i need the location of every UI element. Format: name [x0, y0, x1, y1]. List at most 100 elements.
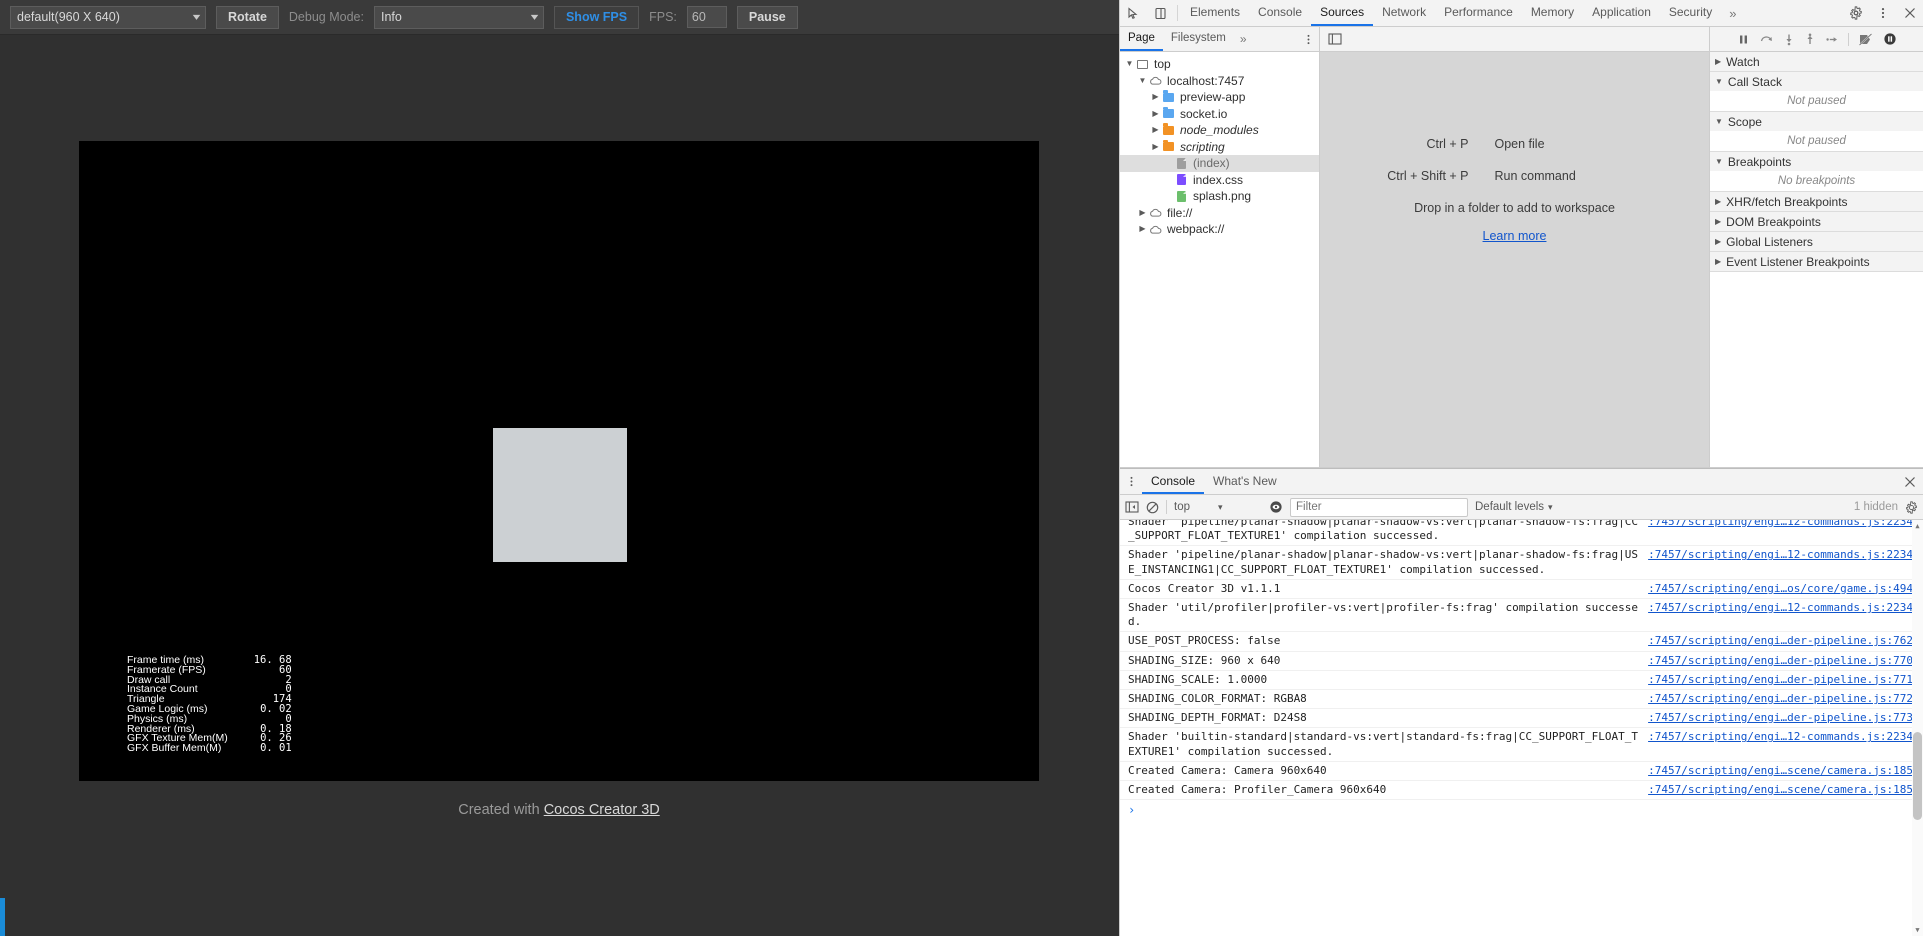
rotate-button[interactable]: Rotate [216, 5, 279, 29]
debugger-section-breakpoints[interactable]: ▼ Breakpoints [1710, 152, 1923, 171]
debugger-section-event-listener-breakpoints[interactable]: ▶ Event Listener Breakpoints [1710, 252, 1923, 271]
debugger-section-xhr-fetch-breakpoints[interactable]: ▶ XHR/fetch Breakpoints [1710, 192, 1923, 211]
console-message-source-link[interactable]: :7457/scripting/engi…12-commands.js:2234 [1648, 548, 1923, 562]
tree-item-webpack[interactable]: ▶ webpack:// [1120, 221, 1319, 238]
console-scrollbar-thumb[interactable] [1913, 732, 1922, 820]
tab-security[interactable]: Security [1660, 0, 1721, 26]
navigator-tab-page[interactable]: Page [1120, 27, 1163, 51]
gear-icon[interactable] [1842, 0, 1869, 26]
navigator-tab-filesystem[interactable]: Filesystem [1163, 27, 1234, 51]
resume-script-icon[interactable] [1737, 33, 1750, 46]
tab-network[interactable]: Network [1373, 0, 1435, 26]
console-message: Created Camera: Camera 960x640:7457/scri… [1120, 762, 1923, 782]
console-message-source-link[interactable]: :7457/scripting/engi…der-pipeline.js:773 [1648, 711, 1923, 725]
chevron-down-icon[interactable]: ▼ [1137, 73, 1148, 89]
gear-icon[interactable] [1905, 500, 1918, 514]
tree-item-top[interactable]: ▼ top [1120, 56, 1319, 73]
debug-mode-select[interactable]: Info ▾ [373, 5, 544, 29]
console-message: SHADING_DEPTH_FORMAT: D24S8:7457/scripti… [1120, 709, 1923, 729]
console-message-source-link[interactable]: :7457/scripting/engi…scene/camera.js:185 [1648, 764, 1923, 778]
console-message-source-link[interactable]: :7457/scripting/engi…der-pipeline.js:771 [1648, 673, 1923, 687]
console-scrollbar[interactable]: ▲ ▼ [1912, 520, 1923, 936]
close-icon[interactable] [1896, 0, 1923, 26]
drawer-tab-what-s-new[interactable]: What's New [1204, 469, 1286, 494]
tabbar-spacer [1744, 0, 1842, 26]
debugger-section-call-stack[interactable]: ▼ Call Stack [1710, 72, 1923, 91]
chevron-right-icon[interactable]: ▶ [1150, 139, 1161, 155]
resolution-select[interactable]: default(960 X 640) ▾ [10, 5, 206, 29]
tree-item-index-css[interactable]: ▶ index.css [1120, 172, 1319, 189]
tree-item-scripting[interactable]: ▶ scripting [1120, 139, 1319, 156]
tree-item-splash-png[interactable]: ▶ splash.png [1120, 188, 1319, 205]
tree-item-preview-app[interactable]: ▶ preview-app [1120, 89, 1319, 106]
console-levels-select[interactable]: Default levels ▾ [1475, 501, 1553, 513]
tab-performance[interactable]: Performance [1435, 0, 1522, 26]
deactivate-breakpoints-icon[interactable] [1858, 32, 1874, 46]
more-vertical-icon[interactable] [1869, 0, 1896, 26]
chevron-right-icon[interactable]: ▶ [1150, 89, 1161, 105]
console-prompt[interactable]: › [1120, 800, 1923, 817]
tab-elements[interactable]: Elements [1181, 0, 1249, 26]
chevron-down-icon[interactable]: ▼ [1124, 56, 1135, 72]
file-tree[interactable]: ▼ top ▼ localhost:7457 ▶ preview-app ▶ socket.i… [1120, 52, 1319, 467]
preview-scroll-accent[interactable] [0, 898, 5, 936]
tab-sources[interactable]: Sources [1311, 0, 1374, 26]
live-expression-icon[interactable] [1269, 500, 1283, 514]
tree-item-file[interactable]: ▶ file:// [1120, 205, 1319, 222]
drawer-tab-console[interactable]: Console [1142, 469, 1205, 494]
tree-item-index[interactable]: ▶ (index) [1120, 155, 1319, 172]
tab-application[interactable]: Application [1583, 0, 1660, 26]
console-message-source-link[interactable]: :7457/scripting/engi…der-pipeline.js:770 [1648, 654, 1923, 668]
console-message-source-link[interactable]: :7457/scripting/engi…os/core/game.js:494 [1648, 582, 1923, 596]
console-message-source-link[interactable]: :7457/scripting/engi…12-commands.js:2234 [1648, 730, 1923, 744]
chevron-down-icon: ▾ [1548, 501, 1553, 512]
tab-memory[interactable]: Memory [1522, 0, 1583, 26]
console-log[interactable]: Shader 'pipeline/planar-shadow|planar-sh… [1120, 520, 1923, 936]
console-message-source-link[interactable]: :7457/scripting/engi…scene/camera.js:185 [1648, 783, 1923, 797]
console-message-source-link[interactable]: :7457/scripting/engi…12-commands.js:2234 [1648, 520, 1923, 529]
domain-icon [1148, 225, 1163, 234]
clear-console-icon[interactable] [1146, 501, 1159, 514]
step-over-icon[interactable] [1759, 33, 1774, 46]
console-message-source-link[interactable]: :7457/scripting/engi…12-commands.js:2234 [1648, 601, 1923, 615]
chevron-right-icon[interactable]: ▶ [1137, 221, 1148, 237]
device-toolbar-icon[interactable] [1147, 0, 1174, 26]
chevron-right-icon[interactable]: ▶ [1150, 106, 1161, 122]
more-vertical-icon[interactable] [1297, 27, 1319, 51]
debugger-section-watch[interactable]: ▶ Watch [1710, 52, 1923, 71]
chevron-right-icon[interactable]: ▶ [1137, 205, 1148, 221]
learn-more-link[interactable]: Learn more [1483, 229, 1547, 243]
step-into-icon[interactable] [1783, 33, 1795, 46]
pause-button[interactable]: Pause [736, 5, 798, 29]
show-fps-button[interactable]: Show FPS [553, 5, 640, 29]
navigator-more-icon[interactable]: » [1234, 27, 1253, 51]
scroll-up-arrow-icon[interactable]: ▲ [1913, 522, 1922, 530]
pause-on-exceptions-icon[interactable] [1883, 32, 1897, 46]
console-context-select[interactable]: top ▾ [1174, 501, 1262, 513]
tree-item-localhost-7457[interactable]: ▼ localhost:7457 [1120, 73, 1319, 90]
console-filter-input[interactable] [1290, 497, 1468, 517]
more-vertical-icon[interactable] [1120, 469, 1142, 494]
close-icon[interactable] [1896, 469, 1923, 494]
console-message-source-link[interactable]: :7457/scripting/engi…der-pipeline.js:772 [1648, 692, 1923, 706]
console-message: Shader 'pipeline/planar-shadow|planar-sh… [1120, 520, 1923, 547]
step-out-icon[interactable] [1804, 33, 1816, 46]
game-canvas[interactable]: Frame time (ms) 16. 68 Framerate (FPS) 60 Dr… [79, 141, 1039, 781]
show-console-sidebar-icon[interactable] [1125, 501, 1139, 513]
console-message-source-link[interactable]: :7457/scripting/engi…der-pipeline.js:762 [1648, 634, 1923, 648]
debugger-section-dom-breakpoints[interactable]: ▶ DOM Breakpoints [1710, 212, 1923, 231]
debugger-section-scope[interactable]: ▼ Scope [1710, 112, 1923, 131]
tree-item-socket-io[interactable]: ▶ socket.io [1120, 106, 1319, 123]
cocos-creator-link[interactable]: Cocos Creator 3D [544, 802, 660, 818]
scroll-down-arrow-icon[interactable]: ▼ [1913, 926, 1922, 934]
chevron-right-icon[interactable]: ▶ [1150, 122, 1161, 138]
fps-input[interactable] [686, 6, 727, 28]
show-navigator-icon[interactable] [1324, 33, 1346, 45]
debugger-section: ▼ Call Stack Not paused [1710, 72, 1923, 112]
inspect-element-icon[interactable] [1120, 0, 1147, 26]
tab-console[interactable]: Console [1249, 0, 1311, 26]
tree-item-node-modules[interactable]: ▶ node_modules [1120, 122, 1319, 139]
debugger-section-global-listeners[interactable]: ▶ Global Listeners [1710, 232, 1923, 251]
step-icon[interactable] [1825, 33, 1839, 46]
more-tabs-icon[interactable]: » [1721, 0, 1744, 26]
